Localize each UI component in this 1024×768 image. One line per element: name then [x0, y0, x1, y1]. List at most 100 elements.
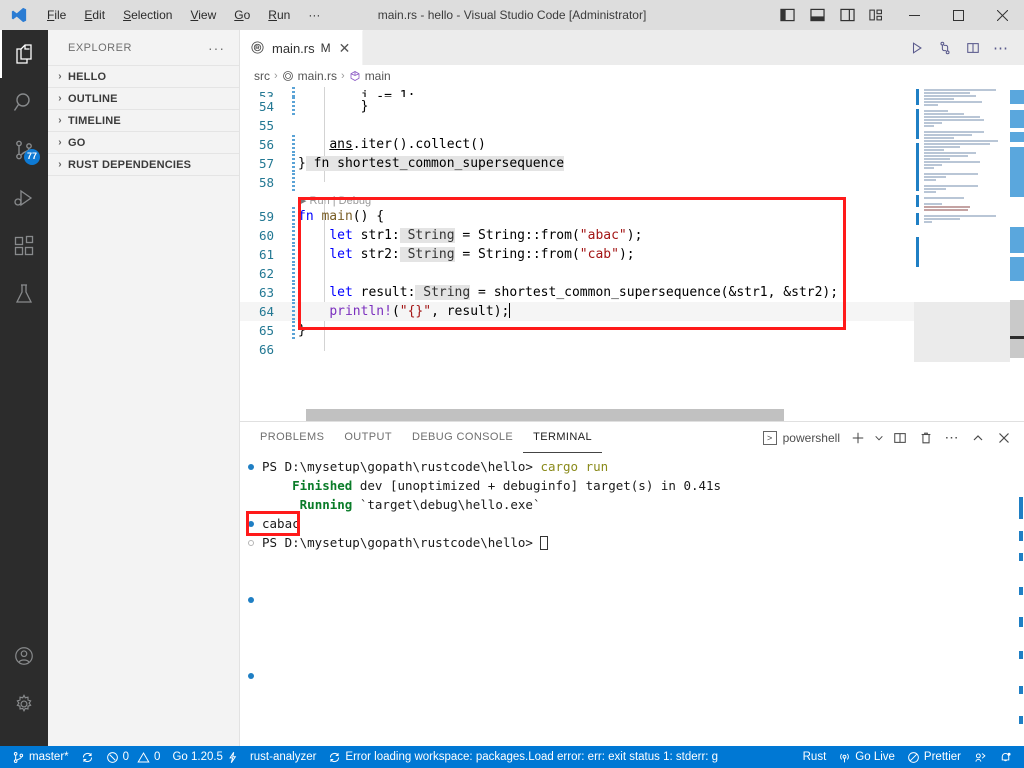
rust-file-icon [250, 40, 266, 56]
activity-manage-gear[interactable] [0, 680, 48, 728]
menu-view[interactable]: View [181, 4, 225, 26]
activity-run-and-debug[interactable] [0, 174, 48, 222]
terminal-output[interactable]: PS D:\mysetup\gopath\rustcode\hello> car… [240, 453, 1024, 746]
split-terminal-icon[interactable] [888, 426, 912, 450]
tab-problems[interactable]: PROBLEMS [250, 422, 334, 453]
code-editor[interactable]: 53 j -= 1; 54 } 55 56 ans.iter().collect… [240, 87, 1024, 421]
minimize-button[interactable] [892, 0, 936, 30]
sidebar-item-go[interactable]: › GO [48, 131, 239, 153]
code-line[interactable]: 61 let str2: String = String::from("cab"… [240, 245, 1024, 264]
code-line[interactable]: 53 j -= 1; [240, 87, 1024, 97]
customize-layout-icon[interactable] [862, 0, 892, 30]
terminal-overview-ruler[interactable] [1012, 453, 1024, 746]
code-line-active[interactable]: 64 println!("{}", result); [240, 302, 1024, 321]
close-panel-icon[interactable] [992, 426, 1016, 450]
tab-close-icon[interactable]: ✕ [337, 41, 353, 55]
code-lines[interactable]: 53 j -= 1; 54 } 55 56 ans.iter().collect… [240, 87, 1024, 421]
activity-source-control[interactable]: 77 [0, 126, 48, 174]
status-remote-branch[interactable]: master* [0, 746, 75, 768]
status-rust-analyzer[interactable]: rust-analyzer [244, 746, 322, 768]
sidebar-item-rust-dependencies[interactable]: › RUST DEPENDENCIES [48, 153, 239, 175]
activity-explorer[interactable] [0, 30, 48, 78]
tab-debug-console[interactable]: DEBUG CONSOLE [402, 422, 523, 453]
split-terminal-icon[interactable] [932, 35, 958, 61]
activity-search[interactable] [0, 78, 48, 126]
maximize-button[interactable] [936, 0, 980, 30]
terminal-decoration-row [240, 742, 1024, 746]
status-prettier[interactable]: Prettier [901, 746, 967, 768]
toggle-secondary-sidebar-icon[interactable] [832, 0, 862, 30]
menu-go[interactable]: Go [225, 4, 259, 26]
breadcrumb-src[interactable]: src [254, 69, 270, 83]
code-line[interactable]: 65 } [240, 321, 1024, 340]
activity-extensions[interactable] [0, 222, 48, 270]
status-sync-changes[interactable] [75, 746, 100, 768]
breadcrumb-label: main [364, 69, 391, 83]
kill-terminal-icon[interactable] [914, 426, 938, 450]
code-line[interactable]: 60 let str1: String = String::from("abac… [240, 226, 1024, 245]
status-workspace-error[interactable]: Error loading workspace: packages.Load e… [322, 746, 722, 768]
code-line[interactable]: 62 [240, 264, 1024, 283]
menu-selection[interactable]: Selection [114, 4, 181, 26]
status-go-version[interactable]: Go 1.20.5 [166, 746, 244, 768]
command-decoration[interactable] [240, 514, 262, 533]
codelens-run-debug[interactable]: ▶ Run | Debug [240, 192, 1024, 207]
close-button[interactable] [980, 0, 1024, 30]
run-code-icon[interactable] [904, 35, 930, 61]
tab-main-rs[interactable]: main.rs M ✕ [240, 30, 364, 65]
menu-more[interactable]: ··· [299, 4, 329, 26]
maximize-panel-icon[interactable] [966, 426, 990, 450]
command-decoration[interactable] [240, 666, 262, 685]
terminal-dropdown-icon[interactable] [872, 426, 886, 450]
code-line[interactable]: 56 ans.iter().collect() [240, 135, 1024, 154]
code-line[interactable]: 57 } fn shortest_common_supersequence [240, 154, 1024, 173]
command-decoration[interactable] [240, 533, 262, 552]
command-decoration[interactable] [240, 457, 262, 476]
error-count: 0 [122, 751, 130, 763]
more-actions-icon[interactable]: ⋯ [940, 426, 964, 450]
menu-file[interactable]: File [38, 4, 75, 26]
editor-vertical-scrollbar-thumb[interactable] [1010, 300, 1024, 358]
sidebar-item-timeline[interactable]: › TIMELINE [48, 109, 239, 131]
minimap-change-marker [916, 237, 919, 267]
status-problems[interactable]: 0 0 [100, 746, 167, 768]
editor-horizontal-scrollbar-thumb[interactable] [306, 409, 784, 421]
editor-horizontal-scrollbar[interactable] [240, 409, 914, 421]
tab-terminal[interactable]: TERMINAL [523, 422, 602, 453]
toggle-primary-sidebar-icon[interactable] [772, 0, 802, 30]
minimap-slider[interactable] [914, 302, 1010, 362]
terminal-line-prompt[interactable]: PS D:\mysetup\gopath\rustcode\hello> [240, 533, 1024, 552]
split-editor-icon[interactable] [960, 35, 986, 61]
command-decoration[interactable] [240, 590, 262, 609]
sidebar-item-outline[interactable]: › OUTLINE [48, 87, 239, 109]
status-open-remote-window[interactable] [967, 746, 993, 768]
minimap[interactable] [914, 87, 1010, 421]
menu-bar[interactable]: File Edit Selection View Go Run ··· [38, 4, 329, 26]
toggle-panel-icon[interactable] [802, 0, 832, 30]
sidebar-more-icon[interactable]: ··· [208, 40, 233, 56]
breadcrumb-main-rs[interactable]: main.rs [282, 69, 337, 83]
new-terminal-icon[interactable] [846, 426, 870, 450]
status-language-mode[interactable]: Rust [797, 746, 833, 768]
status-go-live[interactable]: Go Live [832, 746, 901, 768]
activity-accounts[interactable] [0, 632, 48, 680]
sidebar-item-hello[interactable]: › HELLO [48, 65, 239, 87]
command-decoration[interactable] [240, 742, 262, 746]
code-line[interactable]: 66 [240, 340, 1024, 359]
terminal-selector[interactable]: > powershell [762, 430, 844, 445]
editor-overview-ruler[interactable] [1010, 87, 1024, 421]
code-line[interactable]: 59 fn main() { [240, 207, 1024, 226]
menu-run[interactable]: Run [259, 4, 299, 26]
breadcrumb-main-fn[interactable]: main [349, 69, 391, 83]
more-actions-icon[interactable]: ⋯ [988, 35, 1014, 61]
terminal-shell-icon: > [762, 430, 777, 445]
status-notifications[interactable] [993, 746, 1024, 768]
code-line[interactable]: 54 } [240, 97, 1024, 116]
code-line[interactable]: 55 [240, 116, 1024, 135]
code-line[interactable]: 58 [240, 173, 1024, 192]
tab-output[interactable]: OUTPUT [334, 422, 402, 453]
activity-testing[interactable] [0, 270, 48, 318]
menu-edit[interactable]: Edit [75, 4, 114, 26]
line-change-marker [292, 87, 295, 97]
code-line[interactable]: 63 let result: String = shortest_common_… [240, 283, 1024, 302]
